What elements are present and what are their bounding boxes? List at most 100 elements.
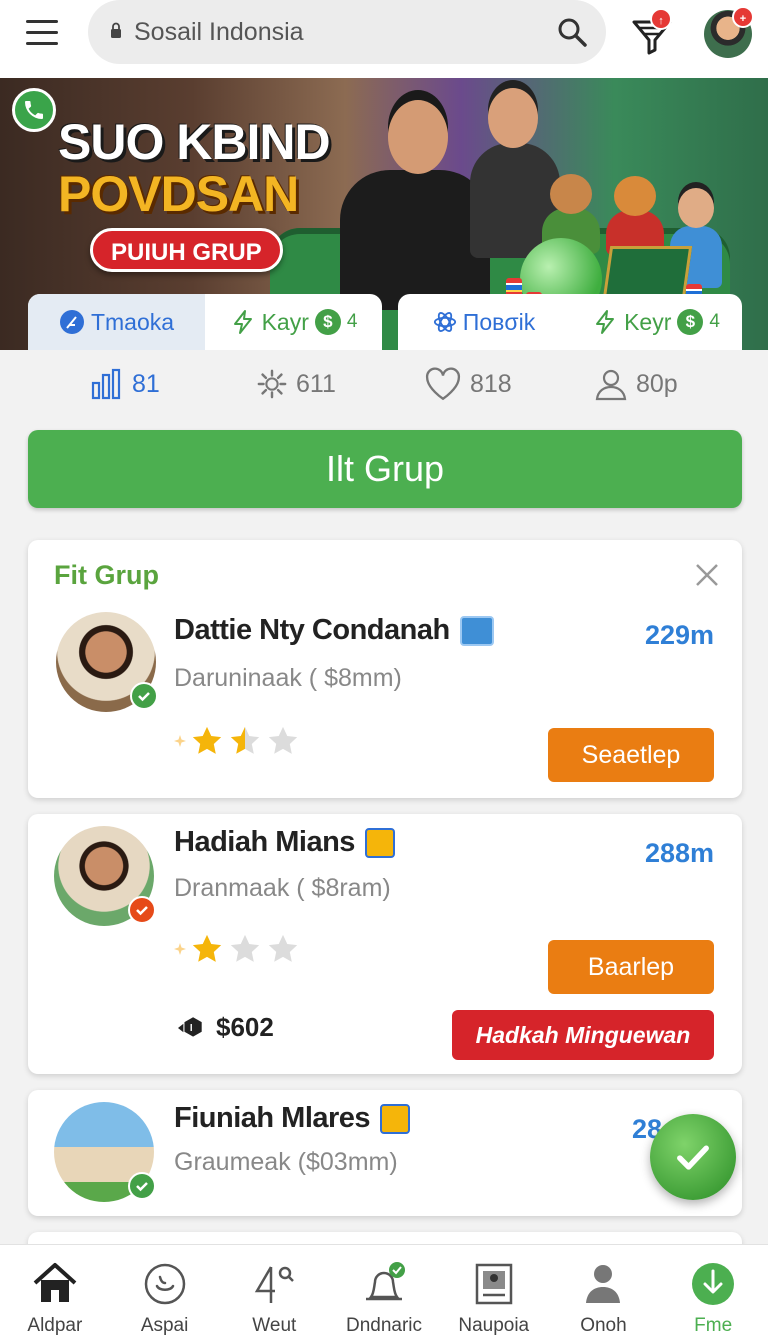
tab-label: Kayr xyxy=(261,308,309,335)
stat-heart[interactable]: 818 xyxy=(424,364,512,404)
distance-label: 229m xyxy=(644,620,714,650)
card-header-title: Fit Grup xyxy=(54,560,159,590)
stat-user[interactable]: 80p xyxy=(594,364,678,404)
stat-value: 611 xyxy=(296,369,336,398)
promo-button[interactable]: Hadkah Minguewan xyxy=(452,1010,714,1060)
home-icon xyxy=(33,1263,77,1302)
tab-label: Keyr xyxy=(624,308,672,335)
verified-check-icon xyxy=(128,1172,156,1200)
avatar[interactable] xyxy=(54,826,156,926)
rating-stars xyxy=(174,932,300,966)
nav-label: Weut xyxy=(252,1315,297,1336)
tab-group-left: Tmaoka Kayr $ 4 xyxy=(28,294,382,350)
hero-title-line2: POVDSAN xyxy=(58,166,299,222)
tab-label: Πoвσik xyxy=(462,308,536,335)
bottom-navigation: Aldpar Aspai Weut Dndnaric Naupoia Onoh … xyxy=(0,1244,768,1344)
stat-value: 80p xyxy=(636,369,678,398)
dollar-coin-icon: $ xyxy=(677,309,704,335)
hero-title-line1: SUO KBIND xyxy=(58,114,331,170)
member-name-text: Dattie Nty Condanah xyxy=(174,614,450,646)
avatar[interactable] xyxy=(54,1102,156,1202)
nav-item-weut[interactable]: Weut xyxy=(219,1245,329,1344)
nav-item-aldpar[interactable]: Aldpar xyxy=(0,1245,110,1344)
member-name-text: Hadiah Mians xyxy=(174,826,355,858)
lock-icon xyxy=(111,22,121,38)
member-subtitle: Dranmaak ( $8ram) xyxy=(174,874,391,902)
hero-tag-badge: PUIUH GRUP xyxy=(90,228,283,272)
badge-icon xyxy=(380,1103,411,1134)
member-name: Fiuniah Mlares xyxy=(174,1102,411,1135)
token-icon: I xyxy=(178,1016,202,1037)
nav-label: Fme xyxy=(694,1315,733,1336)
feather-icon xyxy=(59,310,84,334)
stat-gear[interactable]: 611 xyxy=(256,364,336,404)
confirm-fab-check-icon[interactable] xyxy=(650,1114,736,1200)
price-value: $602 xyxy=(216,1012,274,1042)
nav-label: Naupoia xyxy=(458,1315,530,1336)
group-card[interactable]: Fiuniah Mlares Graumeak ($03mm) 28 xyxy=(28,1090,742,1216)
nav-label: Aldpar xyxy=(27,1315,83,1336)
avatar-badge: + xyxy=(732,6,754,28)
hero-bear-graphic-2 xyxy=(606,176,664,256)
price-label: I $602 xyxy=(174,1012,274,1043)
member-subtitle: Daruninaak ( $8mm) xyxy=(174,664,402,692)
search-icon[interactable] xyxy=(556,16,588,48)
member-name: Hadiah Mians xyxy=(174,826,395,859)
join-group-button[interactable]: Ilt Grup xyxy=(28,430,742,508)
distance-label: 288m xyxy=(644,838,714,868)
nav-item-naupoia[interactable]: Naupoia xyxy=(439,1245,549,1344)
user-icon xyxy=(595,369,627,401)
badge-icon xyxy=(364,827,395,858)
id-card-icon xyxy=(459,615,494,646)
book-button[interactable]: Baarlep xyxy=(548,940,714,994)
coin-count: 4 xyxy=(709,311,720,332)
nav-label: Onoh xyxy=(580,1315,627,1336)
member-subtitle: Graumeak ($03mm) xyxy=(174,1148,398,1176)
tab-group-right: Πoвσik Keyr $ 4 xyxy=(398,294,742,350)
group-card[interactable]: Hadiah Mians Dranmaak ( $8ram) 288m Baar… xyxy=(28,814,742,1074)
tab-pobsik[interactable]: Πoвσik xyxy=(398,294,570,350)
nav-item-onoh[interactable]: Onoh xyxy=(549,1245,659,1344)
star-filled-icon xyxy=(192,934,222,962)
atom-icon xyxy=(433,312,456,332)
stats-row: 81 611 818 80p xyxy=(0,352,768,418)
avatar[interactable] xyxy=(56,612,158,712)
verified-check-icon xyxy=(128,896,156,924)
rating-stars xyxy=(174,724,300,758)
sparkle-icon xyxy=(174,735,186,747)
filter-badge: ↑ xyxy=(650,8,672,30)
tab-kayr[interactable]: Kayr $ 4 xyxy=(205,294,382,350)
star-empty-icon xyxy=(268,934,298,962)
person-icon xyxy=(586,1265,621,1303)
tab-label: Tmaoka xyxy=(90,308,175,335)
nav-item-fme[interactable]: Fme xyxy=(658,1245,768,1344)
nav-item-dndnaric[interactable]: Dndnaric xyxy=(329,1245,439,1344)
bar-chart-icon xyxy=(91,368,121,400)
smile-circle-icon xyxy=(144,1263,185,1305)
search-bar[interactable] xyxy=(88,0,606,64)
heart-icon xyxy=(426,367,460,401)
group-card[interactable]: Fit Grup Dattie Nty Condanah Daruninaak … xyxy=(28,540,742,798)
hero-title: SUO KBIND POVDSAN xyxy=(58,114,331,222)
tab-keyr[interactable]: Keyr $ 4 xyxy=(570,294,742,350)
photo-frame-icon xyxy=(475,1263,512,1305)
coin-count: 4 xyxy=(346,311,358,332)
search-input[interactable] xyxy=(134,14,534,50)
svg-text:I: I xyxy=(190,1023,193,1034)
star-half-icon xyxy=(230,726,260,754)
bolt-icon xyxy=(596,310,615,334)
dollar-coin-icon: $ xyxy=(314,309,341,335)
member-name: Dattie Nty Condanah xyxy=(174,614,494,647)
profile-avatar[interactable]: + xyxy=(704,6,754,58)
close-icon[interactable] xyxy=(692,560,722,590)
hamburger-menu-icon[interactable] xyxy=(26,18,60,48)
bolt-icon xyxy=(233,310,252,334)
select-button[interactable]: Seaetlep xyxy=(548,728,714,782)
phone-icon[interactable] xyxy=(12,88,56,132)
gear-icon xyxy=(257,369,287,399)
tab-tmaoka[interactable]: Tmaoka xyxy=(28,294,205,350)
nav-item-aspai[interactable]: Aspai xyxy=(110,1245,220,1344)
stat-bar-chart[interactable]: 81 xyxy=(90,364,160,404)
member-name-text: Fiuniah Mlares xyxy=(174,1102,371,1134)
filter-icon[interactable]: ↑ xyxy=(628,8,676,58)
